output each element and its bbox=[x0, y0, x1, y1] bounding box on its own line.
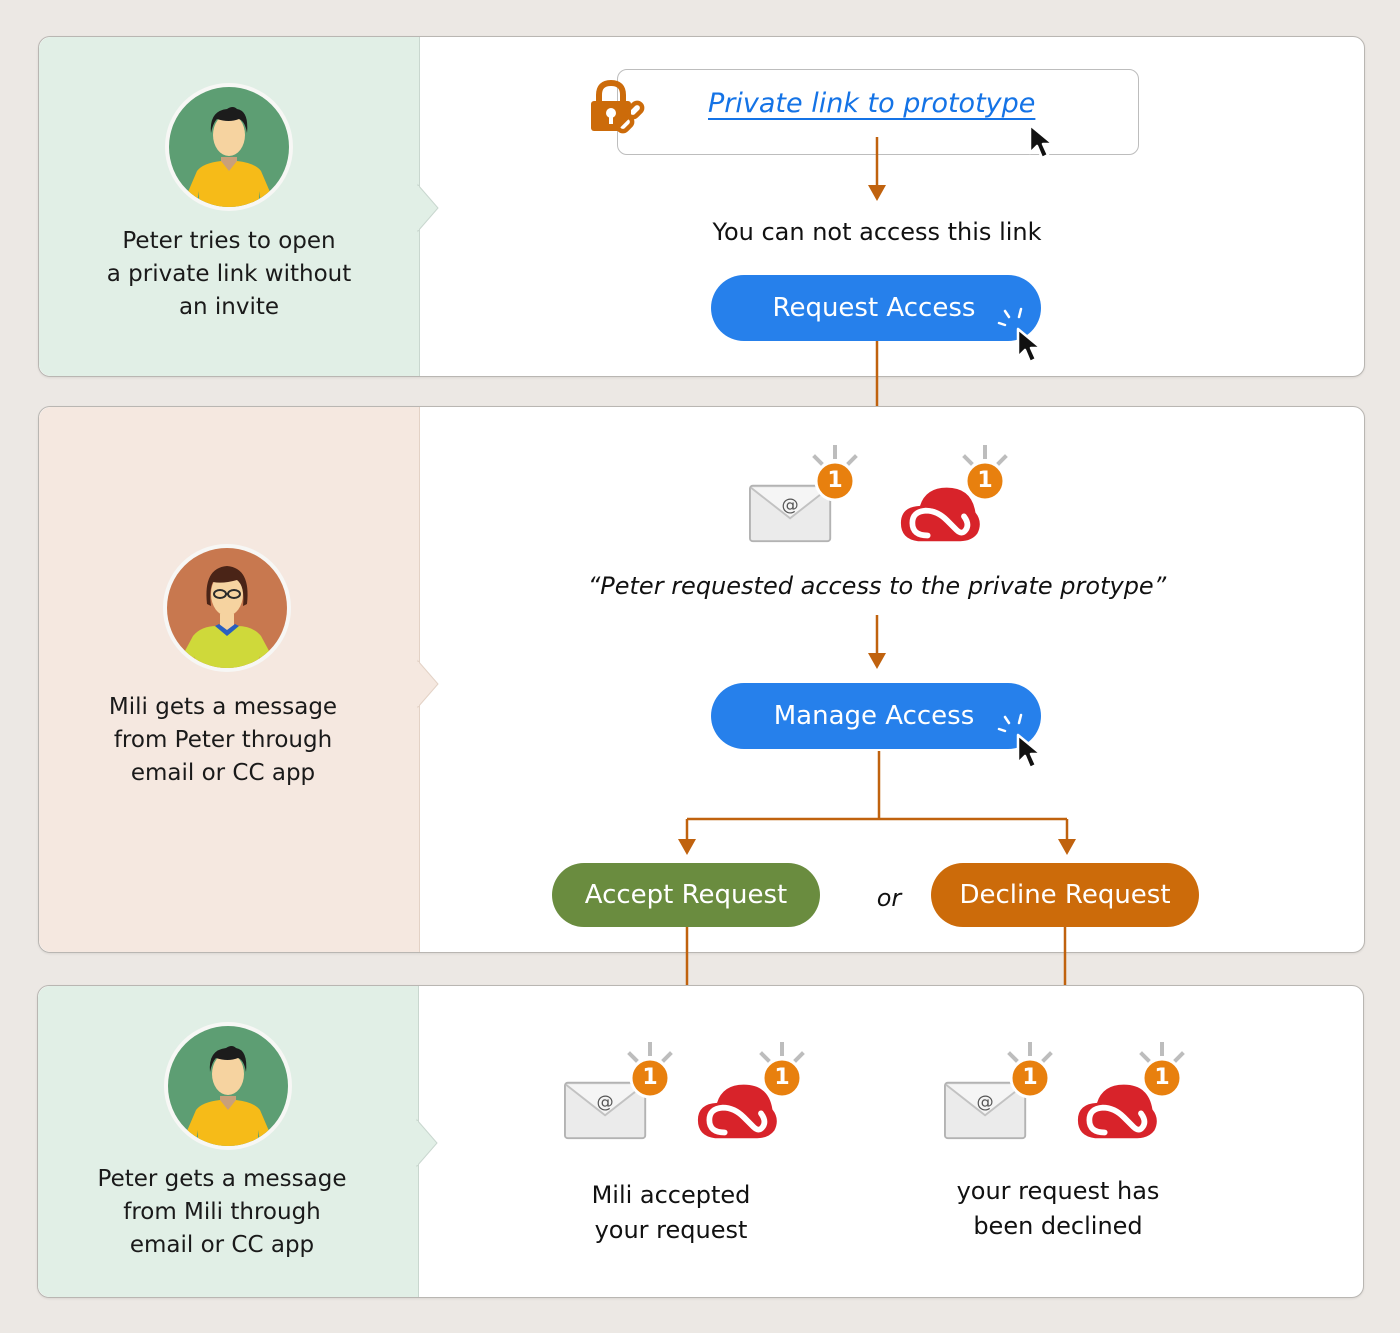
caption-line: email or CC app bbox=[130, 760, 316, 786]
caption-line: email or CC app bbox=[129, 1232, 315, 1258]
button-label: Manage Access bbox=[773, 701, 975, 731]
caption-line: an invite bbox=[178, 294, 280, 320]
caption-line: Peter tries to open bbox=[122, 228, 336, 254]
or-label: or bbox=[876, 884, 902, 912]
button-label: Request Access bbox=[772, 293, 976, 323]
notification-message: “Peter requested access to the private p… bbox=[587, 572, 1167, 600]
button-label: Accept Request bbox=[584, 880, 788, 910]
badge-count: 1 bbox=[642, 1065, 658, 1090]
step3-caption: Peter gets a message from Mili through e… bbox=[32, 1163, 412, 1262]
step2-actor-panel bbox=[39, 407, 420, 952]
caption-line: from Mili through bbox=[123, 1199, 321, 1225]
badge-count: 1 bbox=[1022, 1065, 1038, 1090]
step1-caption: Peter tries to open a private link witho… bbox=[39, 225, 419, 324]
email-notification-badge: 1 bbox=[805, 443, 865, 503]
decline-request-button[interactable]: Decline Request bbox=[931, 863, 1199, 927]
step2-panel: Mili gets a message from Peter through e… bbox=[38, 406, 1365, 1025]
private-link[interactable]: Private link to prototype bbox=[708, 88, 1035, 119]
message-line: been declined bbox=[973, 1212, 1143, 1240]
cc-notification-badge: 1 bbox=[1132, 1040, 1192, 1100]
email-notification-badge: 1 bbox=[1000, 1040, 1060, 1100]
caption-line: a private link without bbox=[106, 261, 352, 287]
message-line: Mili accepted bbox=[591, 1181, 751, 1209]
caption-line: Peter gets a message bbox=[97, 1166, 347, 1192]
flow-arrow bbox=[868, 615, 886, 669]
cursor-icon bbox=[1027, 123, 1057, 163]
caption-line: from Peter through bbox=[113, 727, 333, 753]
peter-avatar bbox=[164, 1022, 292, 1150]
button-label: Decline Request bbox=[959, 880, 1171, 910]
manage-access-button[interactable]: Manage Access bbox=[711, 683, 1041, 749]
access-denied-message: You can not access this link bbox=[712, 218, 1042, 246]
step3-panel: Peter gets a message from Mili through e… bbox=[37, 985, 1364, 1298]
step2-caption: Mili gets a message from Peter through e… bbox=[33, 691, 413, 790]
badge-count: 1 bbox=[1154, 1065, 1170, 1090]
badge-count: 1 bbox=[827, 468, 843, 493]
request-access-button[interactable]: Request Access bbox=[711, 275, 1041, 341]
mili-avatar bbox=[163, 544, 291, 672]
message-line: your request bbox=[594, 1216, 748, 1244]
accept-request-button[interactable]: Accept Request bbox=[552, 863, 820, 927]
peter-avatar bbox=[165, 83, 293, 211]
branch-connector bbox=[678, 751, 1076, 855]
panel-notch bbox=[416, 183, 439, 233]
caption-line: Mili gets a message bbox=[108, 694, 338, 720]
cc-notification-badge: 1 bbox=[955, 443, 1015, 503]
badge-count: 1 bbox=[774, 1065, 790, 1090]
badge-count: 1 bbox=[977, 468, 993, 493]
flow-arrow bbox=[868, 137, 886, 201]
lock-link-icon bbox=[591, 79, 645, 136]
accepted-message: Mili accepted your request bbox=[571, 1178, 771, 1248]
cc-notification-badge: 1 bbox=[752, 1040, 812, 1100]
cursor-icon bbox=[1015, 327, 1045, 367]
message-line: your request has bbox=[956, 1177, 1160, 1205]
panel-notch bbox=[415, 1118, 438, 1168]
declined-message: your request has been declined bbox=[938, 1174, 1178, 1244]
step1-panel: Peter tries to open a private link witho… bbox=[38, 36, 1365, 435]
panel-notch bbox=[416, 659, 439, 709]
email-notification-badge: 1 bbox=[620, 1040, 680, 1100]
